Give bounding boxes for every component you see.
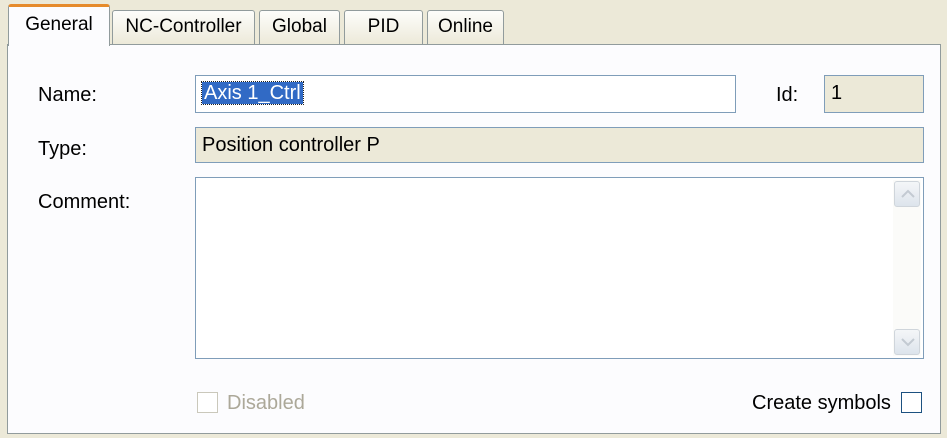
type-field: Position controller P [195,127,924,163]
id-field: 1 [824,75,924,113]
tab-general[interactable]: General [8,4,110,46]
name-input[interactable]: Axis 1_Ctrl [195,75,736,113]
comment-textarea[interactable] [195,177,924,359]
tab-nc-controller[interactable]: NC-Controller [112,10,255,45]
properties-window: General NC-Controller Global PID Online … [0,0,947,438]
name-input-value: Axis 1_Ctrl [201,81,304,105]
name-label: Name: [38,84,97,106]
id-label: Id: [776,84,799,106]
disabled-label: Disabled [227,392,305,414]
type-label: Type: [38,138,87,160]
create-symbols-label[interactable]: Create symbols [752,391,891,415]
scroll-down-arrow-icon [901,338,915,347]
scroll-up-arrow-icon [901,189,915,198]
id-value: 1 [831,82,843,104]
comment-scrollbar[interactable] [893,180,921,356]
create-symbols-checkbox[interactable] [901,392,922,413]
disabled-checkbox [197,392,218,413]
comment-label: Comment: [38,191,131,213]
tab-global[interactable]: Global [259,10,340,45]
tab-online[interactable]: Online [427,10,504,45]
tab-pid[interactable]: PID [344,10,423,45]
scroll-up-button[interactable] [894,181,920,207]
scroll-down-button[interactable] [894,329,920,355]
type-value: Position controller P [202,134,380,156]
tab-strip: General NC-Controller Global PID Online [0,0,947,46]
